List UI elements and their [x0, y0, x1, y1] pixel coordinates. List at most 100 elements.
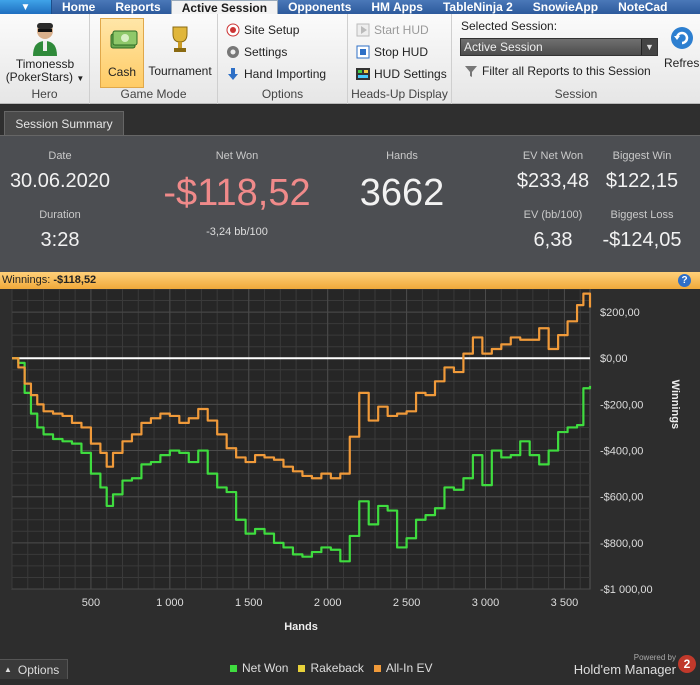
tournament-label: Tournament [148, 64, 212, 78]
tournament-button[interactable]: Tournament [146, 18, 214, 88]
brand-name: Hold'em Manager [573, 662, 676, 677]
x-tick-label: 500 [82, 597, 100, 609]
ribbon: Timonessb (PokerStars) ▼ Hero Cash Tourn… [0, 14, 700, 104]
session-subtab-bar: Session Summary [0, 105, 700, 135]
x-tick-label: 3 500 [551, 597, 579, 609]
session-group: Selected Session: Active Session ▼ Filte… [452, 14, 700, 104]
tab-opponents[interactable]: Opponents [278, 0, 361, 14]
bb-per-100: -3,24 bb/100 [206, 226, 268, 238]
hero-avatar-icon [33, 23, 57, 56]
tab-tableninja[interactable]: TableNinja 2 [433, 0, 523, 14]
legend-label-all-in-ev: All-In EV [385, 661, 433, 675]
y-tick-label: -$800,00 [600, 538, 643, 550]
date-label: Date [48, 150, 72, 162]
tab-notecaddy[interactable]: NoteCad [608, 0, 677, 14]
legend-label-net-won: Net Won [242, 661, 289, 675]
tab-active-session[interactable]: Active Session [170, 0, 279, 14]
options-button[interactable]: ▲ Options [0, 659, 68, 679]
net-won-label: Net Won [215, 150, 259, 162]
site-setup-label: Site Setup [244, 23, 300, 37]
legend-swatch-rakeback [298, 664, 306, 672]
start-hud-button[interactable]: Start HUD [356, 20, 429, 40]
y-tick-label: -$400,00 [600, 446, 643, 458]
legend-item-net-won[interactable]: Net Won [230, 661, 288, 675]
site-setup-button[interactable]: Site Setup [226, 20, 299, 40]
session-summary-panel: Date 30.06.2020 Duration 3:28 Net Won -$… [0, 135, 700, 272]
import-arrow-icon [228, 68, 238, 80]
app-menu-icon: ▼ [20, 1, 31, 13]
winnings-label: Winnings: [2, 274, 51, 286]
refresh-button[interactable]: Refresh [664, 22, 700, 82]
hero-name[interactable]: Timonessb (PokerStars) ▼ [0, 58, 90, 85]
hero-group: Timonessb (PokerStars) ▼ Hero [0, 14, 90, 104]
biggest-loss-value: -$124,05 [602, 229, 682, 251]
ev-bb-value: 6,38 [533, 229, 573, 251]
x-tick-label: 2 000 [314, 597, 342, 609]
legend-swatch-all-in-ev [373, 664, 381, 672]
tab-hm-apps[interactable]: HM Apps [361, 0, 433, 14]
ribbon-tab-bar: ▼ Home Reports Active Session Opponents … [0, 0, 700, 14]
hands-label: Hands [386, 150, 418, 162]
x-tick-label: 1 000 [156, 597, 184, 609]
options-label: Options [17, 662, 60, 677]
hud-settings-label: HUD Settings [374, 67, 447, 81]
chart-footer: ▲ Options Net Won Rakeback All-In EV Pow… [0, 653, 700, 685]
session-group-label: Session [554, 87, 598, 101]
brand-logo: Powered by Hold'em Manager [574, 653, 676, 677]
hero-group-label: Hero [31, 87, 58, 101]
y-tick-label: -$1 000,00 [600, 584, 653, 596]
powered-by-label: Powered by [633, 653, 676, 662]
x-tick-label: 1 500 [235, 597, 263, 609]
refresh-icon [671, 27, 693, 49]
help-icon[interactable]: ? [678, 274, 691, 287]
stop-hud-button[interactable]: Stop HUD [356, 42, 428, 62]
stop-icon [356, 45, 370, 59]
app-menu-button[interactable]: ▼ [0, 0, 52, 14]
y-tick-label: $0,00 [600, 353, 628, 365]
biggest-win-value: $122,15 [605, 170, 679, 192]
tab-snowieapp[interactable]: SnowieApp [523, 0, 608, 14]
date-value: 30.06.2020 [9, 170, 111, 192]
filter-reports-button[interactable]: Filter all Reports to this Session [464, 61, 651, 81]
hand-importing-button[interactable]: Hand Importing [226, 64, 326, 84]
trophy-icon [172, 26, 188, 52]
hand-importing-label: Hand Importing [244, 67, 327, 81]
x-tick-label: 3 000 [472, 597, 500, 609]
legend-item-all-in-ev[interactable]: All-In EV [373, 661, 433, 675]
chevron-down-icon: ▼ [641, 39, 657, 55]
chevron-up-icon: ▲ [4, 665, 12, 674]
winnings-value: -$118,52 [53, 274, 97, 286]
filter-reports-label: Filter all Reports to this Session [482, 64, 651, 78]
hud-settings-icon [356, 68, 370, 80]
stop-hud-label: Stop HUD [374, 45, 429, 59]
options-group-label: Options [261, 87, 304, 101]
chevron-down-icon: ▼ [76, 74, 85, 83]
chart-legend: Net Won Rakeback All-In EV [230, 661, 443, 675]
cash-button[interactable]: Cash [100, 18, 144, 88]
game-mode-group: Cash Tournament Game Mode [90, 14, 218, 104]
y-tick-label: $200,00 [600, 307, 640, 319]
y-axis-label: Winnings [669, 380, 681, 429]
ev-bb-label: EV (bb/100) [523, 209, 583, 221]
hero-avatar-button[interactable] [30, 20, 60, 56]
session-dropdown[interactable]: Active Session ▼ [460, 38, 658, 56]
tab-home[interactable]: Home [52, 0, 105, 14]
legend-label-rakeback: Rakeback [310, 661, 364, 675]
tab-reports[interactable]: Reports [105, 0, 170, 14]
session-dropdown-value: Active Session [464, 40, 543, 54]
duration-label: Duration [39, 209, 81, 221]
game-mode-group-label: Game Mode [120, 87, 187, 101]
winnings-chart-svg: 500 1 000 1 500 2 000 2 500 3 000 3 500 $200,00… [11, 289, 681, 633]
site-setup-icon [226, 23, 240, 37]
biggest-win-label: Biggest Win [612, 150, 672, 162]
cash-icon [110, 30, 138, 49]
cash-label: Cash [107, 65, 136, 79]
hud-settings-button[interactable]: HUD Settings [356, 64, 447, 84]
hud-group-label: Heads-Up Display [351, 87, 448, 101]
tab-session-summary[interactable]: Session Summary [4, 111, 124, 135]
duration-value: 3:28 [40, 229, 80, 251]
legend-item-rakeback[interactable]: Rakeback [298, 661, 364, 675]
settings-button[interactable]: Settings [226, 42, 287, 62]
play-icon [356, 23, 370, 37]
hero-name-line2: (PokerStars) [5, 70, 74, 84]
